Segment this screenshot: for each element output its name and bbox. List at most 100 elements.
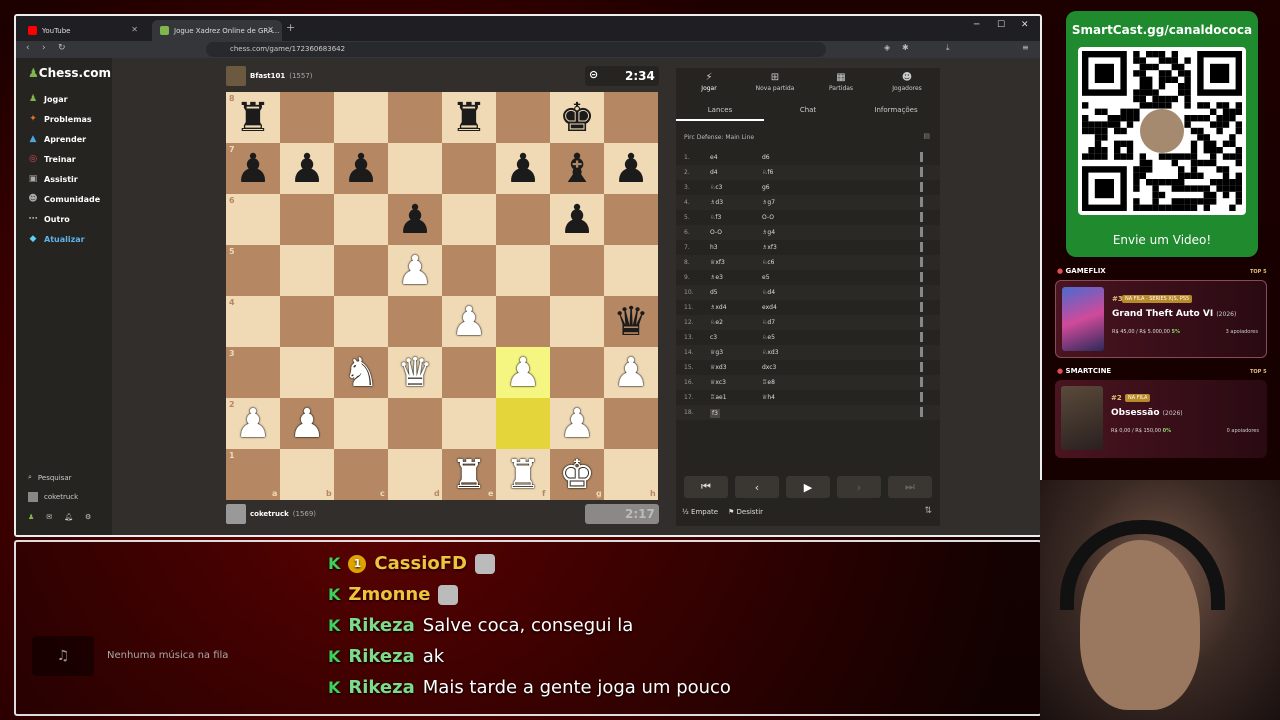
- download-icon[interactable]: ⤓: [946, 43, 950, 53]
- black-piece-f7[interactable]: ♟: [505, 149, 541, 189]
- move[interactable]: ♕xc3: [710, 379, 726, 386]
- sidebar-item-assistir[interactable]: ▣ Assistir: [28, 174, 78, 184]
- white-piece-d5[interactable]: ♟: [397, 251, 433, 291]
- move[interactable]: d6: [762, 154, 770, 161]
- tab-nova-partida[interactable]: ⊞ Nova partida: [742, 72, 808, 92]
- black-piece-g7[interactable]: ♝: [559, 149, 595, 189]
- square-c8[interactable]: [334, 92, 388, 143]
- square-e2[interactable]: [442, 398, 496, 449]
- sidebar-item-treinar[interactable]: ◎ Treinar: [28, 154, 76, 164]
- move[interactable]: ♘d4: [762, 289, 775, 296]
- square-e4[interactable]: ♟: [442, 296, 496, 347]
- prev-move-button[interactable]: ‹: [735, 476, 779, 498]
- square-f7[interactable]: ♟: [496, 143, 550, 194]
- bell-icon[interactable]: 🔔︎: [64, 513, 73, 521]
- white-piece-b2[interactable]: ♟: [289, 404, 325, 444]
- move[interactable]: ♗xf3: [762, 244, 777, 251]
- move[interactable]: e5: [762, 274, 770, 281]
- square-d6[interactable]: ♟: [388, 194, 442, 245]
- move[interactable]: ♖e8: [762, 379, 775, 386]
- first-move-button[interactable]: ⏮: [684, 476, 728, 498]
- white-piece-g1[interactable]: ♚: [559, 455, 595, 495]
- subtab-lances[interactable]: Lances: [676, 106, 764, 121]
- white-piece-d3[interactable]: ♛: [397, 353, 433, 393]
- tab-partidas[interactable]: ▦ Partidas: [808, 72, 874, 92]
- square-b5[interactable]: [280, 245, 334, 296]
- move[interactable]: ♗g4: [762, 229, 775, 236]
- square-h2[interactable]: [604, 398, 658, 449]
- square-g6[interactable]: ♟: [550, 194, 604, 245]
- next-move-button[interactable]: ›: [837, 476, 881, 498]
- square-b8[interactable]: [280, 92, 334, 143]
- square-h5[interactable]: [604, 245, 658, 296]
- move[interactable]: ♕g3: [710, 349, 723, 356]
- friends-icon[interactable]: ♟: [28, 513, 34, 521]
- sidebar-item-outro[interactable]: ⋯ Outro: [28, 214, 70, 224]
- white-piece-a2[interactable]: ♟: [235, 404, 271, 444]
- sidebar-item-jogar[interactable]: ♟ Jogar: [28, 94, 68, 104]
- back-icon[interactable]: ‹: [26, 43, 30, 53]
- square-g5[interactable]: [550, 245, 604, 296]
- move[interactable]: ♘f6: [762, 169, 773, 176]
- square-c3[interactable]: ♞: [334, 347, 388, 398]
- extension-icon[interactable]: ◈: [884, 43, 890, 52]
- subtab-informacoes[interactable]: Informações: [852, 106, 940, 114]
- square-h8[interactable]: [604, 92, 658, 143]
- square-e7[interactable]: [442, 143, 496, 194]
- square-g3[interactable]: [550, 347, 604, 398]
- sidebar-item-problemas[interactable]: ✦ Problemas: [28, 114, 91, 124]
- black-piece-a8[interactable]: ♜: [235, 98, 271, 138]
- black-piece-d6[interactable]: ♟: [397, 200, 433, 240]
- minimize-icon[interactable]: ─: [974, 20, 979, 30]
- move[interactable]: ♗d3: [710, 199, 723, 206]
- move[interactable]: O-O: [710, 229, 722, 236]
- square-e3[interactable]: [442, 347, 496, 398]
- forward-icon[interactable]: ›: [42, 43, 46, 53]
- black-piece-e8[interactable]: ♜: [451, 98, 487, 138]
- square-c2[interactable]: [334, 398, 388, 449]
- book-icon[interactable]: ▤: [923, 132, 930, 140]
- move[interactable]: ♗xd4: [710, 304, 727, 311]
- square-d8[interactable]: [388, 92, 442, 143]
- last-move-button[interactable]: ⏭: [888, 476, 932, 498]
- square-f4[interactable]: [496, 296, 550, 347]
- black-piece-h4[interactable]: ♛: [613, 302, 649, 342]
- play-button[interactable]: ▶: [786, 476, 830, 498]
- user-item[interactable]: coketruck: [28, 492, 78, 502]
- sidebar-item-comunidade[interactable]: ☻ Comunidade: [28, 194, 100, 204]
- square-g2[interactable]: ♟: [550, 398, 604, 449]
- search-item[interactable]: ⌕ Pesquisar: [28, 473, 72, 482]
- square-f3[interactable]: ♟: [496, 347, 550, 398]
- square-h4[interactable]: ♛: [604, 296, 658, 347]
- square-d2[interactable]: [388, 398, 442, 449]
- puzzle-icon[interactable]: ✱: [902, 43, 909, 52]
- move[interactable]: f3: [710, 409, 720, 418]
- mail-icon[interactable]: ✉: [46, 513, 52, 521]
- black-piece-h7[interactable]: ♟: [613, 149, 649, 189]
- tab-chess[interactable]: Jogue Xadrez Online de GRA... ✕: [152, 20, 282, 41]
- square-c7[interactable]: ♟: [334, 143, 388, 194]
- flip-icon[interactable]: ⇅: [924, 506, 932, 516]
- move[interactable]: ♘c6: [762, 259, 775, 266]
- tab-jogadores[interactable]: ☻ Jogadores: [874, 72, 940, 92]
- menu-icon[interactable]: ≡: [1022, 43, 1029, 52]
- square-b7[interactable]: ♟: [280, 143, 334, 194]
- square-c6[interactable]: [334, 194, 388, 245]
- move[interactable]: c3: [710, 334, 717, 341]
- square-d4[interactable]: [388, 296, 442, 347]
- move[interactable]: d4: [710, 169, 718, 176]
- square-c5[interactable]: [334, 245, 388, 296]
- url-field[interactable]: chess.com/game/172360683642: [206, 42, 826, 57]
- square-b2[interactable]: ♟: [280, 398, 334, 449]
- tab-jogar[interactable]: ⚡ Jogar: [676, 72, 742, 92]
- close-window-icon[interactable]: ✕: [1021, 20, 1029, 30]
- move[interactable]: ♗e3: [710, 274, 723, 281]
- move[interactable]: e4: [710, 154, 718, 161]
- square-d3[interactable]: ♛: [388, 347, 442, 398]
- resign-button[interactable]: ⚑ Desistir: [728, 508, 763, 516]
- square-f6[interactable]: [496, 194, 550, 245]
- square-f8[interactable]: [496, 92, 550, 143]
- square-h3[interactable]: ♟: [604, 347, 658, 398]
- square-b4[interactable]: [280, 296, 334, 347]
- move[interactable]: g6: [762, 184, 770, 191]
